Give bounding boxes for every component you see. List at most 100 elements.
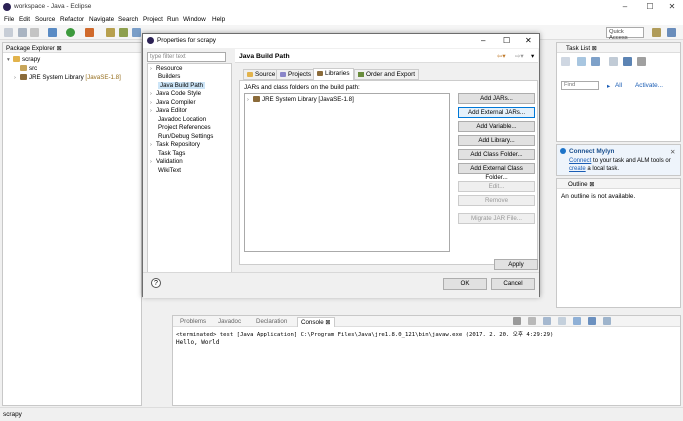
nav-item-java-editor[interactable]: › Java Editor	[150, 107, 187, 114]
tree-item-src[interactable]: src	[20, 65, 37, 72]
help-icon[interactable]: ?	[151, 278, 161, 288]
mylyn-panel: Connect Mylyn ✕ Connect to your task and…	[556, 144, 681, 176]
add-variable-button[interactable]: Add Variable...	[458, 121, 535, 132]
add-library-button[interactable]: Add Library...	[458, 135, 535, 146]
close-button[interactable]: ✕	[665, 2, 679, 11]
nav-item-task-tags[interactable]: Task Tags	[158, 150, 185, 157]
all-link[interactable]: All	[615, 82, 622, 89]
page-header: Java Build Path ⇦▾ ⇨▾ ▾	[235, 49, 538, 63]
add-class-folder-button[interactable]: Add Class Folder...	[458, 149, 535, 160]
tab-libraries[interactable]: Libraries	[313, 68, 354, 80]
filter-input[interactable]: type filter text	[147, 52, 226, 62]
task-find-input[interactable]: Find	[561, 81, 599, 90]
tree-item-project[interactable]: ▾ scrapy	[7, 56, 40, 63]
menu-window[interactable]: Window	[183, 16, 206, 23]
menu-help[interactable]: Help	[212, 16, 225, 23]
tab-source[interactable]: Source	[243, 69, 280, 80]
new-java-project-icon[interactable]	[106, 28, 115, 37]
nav-item-javadoc-location[interactable]: Javadoc Location	[158, 116, 206, 123]
properties-nav: › Resource Builders Java Build Path › Java…	[147, 63, 232, 298]
build-path-list[interactable]: › JRE System Library [JavaSE-1.8]	[244, 93, 450, 252]
scheduled-icon[interactable]	[591, 57, 600, 66]
nav-item-project-references[interactable]: Project References	[158, 124, 211, 131]
add-external-jars-button[interactable]: Add External JARs...	[458, 107, 535, 118]
filter-icon[interactable]	[637, 57, 646, 66]
add-jars-button[interactable]: Add JARs...	[458, 93, 535, 104]
nav-item-builders[interactable]: Builders	[158, 73, 180, 80]
menu-project[interactable]: Project	[143, 16, 163, 23]
dialog-title: Properties for scrapy	[157, 37, 216, 44]
tab-package-explorer[interactable]: Package Explorer ⊠	[3, 44, 65, 53]
dialog-close-button[interactable]: ✕	[525, 36, 532, 45]
nav-item-wikitext[interactable]: WikiText	[158, 167, 181, 174]
nav-item-task-repository[interactable]: › Task Repository	[150, 141, 200, 148]
dialog-maximize-button[interactable]: ☐	[503, 36, 510, 45]
activate-link[interactable]: Activate...	[635, 82, 663, 89]
clear-console-icon[interactable]	[543, 317, 551, 325]
new-task-icon[interactable]	[561, 57, 570, 66]
open-perspective-icon[interactable]	[652, 28, 661, 37]
tab-projects[interactable]: Projects	[276, 69, 316, 80]
tree-item-jre[interactable]: › JRE System Library [JavaSE-1.8]	[14, 74, 121, 81]
quick-access-input[interactable]: Quick Access	[606, 27, 644, 41]
terminate-icon[interactable]	[513, 317, 521, 325]
menu-navigate[interactable]: Navigate	[89, 16, 114, 23]
tab-javadoc[interactable]: Javadoc	[215, 317, 244, 326]
cancel-button[interactable]: Cancel	[491, 278, 535, 290]
create-link[interactable]: create	[569, 166, 586, 172]
remove-button[interactable]: Remove	[458, 195, 535, 206]
migrate-jar-button[interactable]: Migrate JAR File...	[458, 213, 535, 224]
scroll-lock-icon[interactable]	[558, 317, 566, 325]
projects-icon	[280, 71, 286, 77]
menu-run[interactable]: Run	[167, 16, 179, 23]
forward-arrow-icon[interactable]: ⇨▾	[515, 52, 524, 60]
view-menu-icon[interactable]: ▾	[531, 52, 534, 60]
connect-link[interactable]: Connect	[569, 158, 591, 164]
display-console-icon[interactable]	[588, 317, 596, 325]
categorized-icon[interactable]	[577, 57, 586, 66]
tab-console[interactable]: Console ⊠	[297, 317, 335, 327]
nav-item-resource[interactable]: › Resource	[150, 65, 182, 72]
edit-button[interactable]: Edit...	[458, 181, 535, 192]
menu-refactor[interactable]: Refactor	[60, 16, 84, 23]
library-icon	[20, 74, 27, 81]
nav-label: Java Code Style	[156, 90, 202, 97]
pin-console-icon[interactable]	[573, 317, 581, 325]
close-icon[interactable]: ✕	[670, 148, 675, 156]
menu-search[interactable]: Search	[118, 16, 138, 23]
external-tools-icon[interactable]	[85, 28, 94, 37]
open-console-icon[interactable]	[603, 317, 611, 325]
list-item[interactable]: › JRE System Library [JavaSE-1.8]	[247, 96, 354, 103]
java-perspective-icon[interactable]	[667, 28, 676, 37]
open-type-icon[interactable]	[132, 28, 141, 37]
nav-item-java-build-path[interactable]: Java Build Path	[158, 82, 205, 89]
print-icon[interactable]	[30, 28, 39, 37]
apply-button[interactable]: Apply	[494, 259, 538, 270]
save-icon[interactable]	[18, 28, 27, 37]
tab-declaration[interactable]: Declaration	[253, 317, 290, 326]
nav-item-java-compiler[interactable]: › Java Compiler	[150, 99, 196, 106]
focus-icon[interactable]	[609, 57, 618, 66]
new-class-icon[interactable]	[119, 28, 128, 37]
tab-task-list[interactable]: Task List ⊠	[563, 44, 600, 53]
debug-icon[interactable]	[48, 28, 57, 37]
tab-order-export[interactable]: Order and Export	[354, 69, 420, 80]
add-external-class-folder-button[interactable]: Add External Class Folder...	[458, 163, 535, 181]
ok-button[interactable]: OK	[443, 278, 487, 290]
nav-item-run-debug-settings[interactable]: Run/Debug Settings	[158, 133, 213, 140]
minimize-button[interactable]: –	[618, 2, 632, 11]
tab-problems[interactable]: Problems	[177, 317, 209, 326]
dialog-minimize-button[interactable]: –	[481, 36, 485, 45]
tab-outline[interactable]: Outline ⊠	[565, 180, 598, 189]
nav-item-validation[interactable]: › Validation	[150, 158, 183, 165]
menu-source[interactable]: Source	[35, 16, 55, 23]
run-icon[interactable]	[66, 28, 75, 37]
back-arrow-icon[interactable]: ⇦▾	[497, 52, 506, 60]
maximize-button[interactable]: ☐	[643, 2, 657, 11]
nav-item-java-code-style[interactable]: › Java Code Style	[150, 90, 201, 97]
menu-file[interactable]: File	[4, 16, 14, 23]
remove-launch-icon[interactable]	[528, 317, 536, 325]
collapse-all-icon[interactable]	[623, 57, 632, 66]
menu-edit[interactable]: Edit	[19, 16, 30, 23]
new-icon[interactable]	[4, 28, 13, 37]
